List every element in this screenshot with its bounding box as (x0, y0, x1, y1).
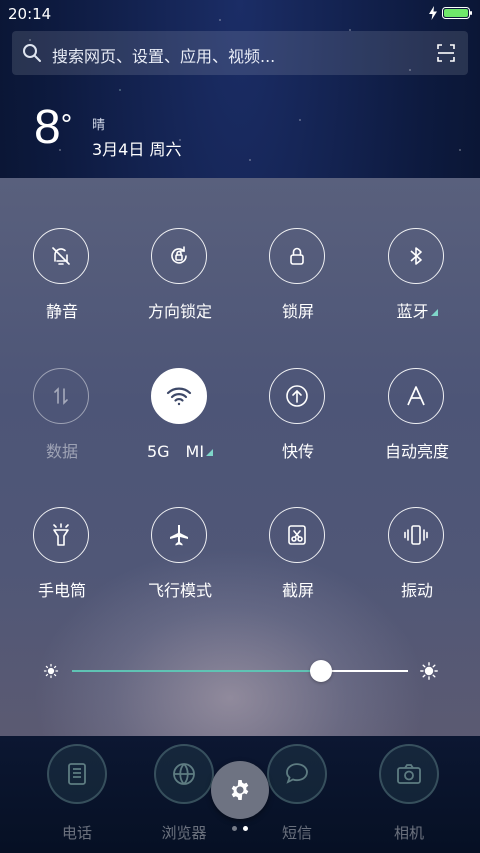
dock-app-camera[interactable]: 相机 (369, 736, 449, 846)
gear-icon (231, 780, 249, 800)
dock-label: 浏览器 (161, 824, 207, 842)
toggle-lock-screen[interactable]: 锁屏 (238, 228, 358, 338)
tile-label: 锁屏 (281, 302, 314, 321)
lock-screen-button[interactable] (269, 228, 325, 284)
dock-label: 电话 (61, 824, 92, 842)
phone-icon (68, 763, 86, 785)
browser-app-icon[interactable] (154, 744, 214, 804)
toggle-flashlight[interactable]: 手电筒 (2, 507, 122, 617)
toggle-auto-brightness[interactable]: 自动亮度 (357, 368, 477, 478)
wifi-toggle-button[interactable] (151, 368, 207, 424)
page-indicator-dot (232, 826, 237, 831)
messages-app-icon[interactable] (267, 744, 327, 804)
weather-date: 3月4日 周六 (92, 140, 182, 159)
tile-label: 5G MI (120, 438, 240, 462)
search-input[interactable]: 搜索网页、设置、应用、视频... (52, 43, 275, 67)
brightness-slider-fill (72, 670, 321, 672)
tile-label: 静音 (45, 302, 78, 321)
dock-app-phone[interactable]: 电话 (37, 736, 117, 846)
toggle-screenshot[interactable]: 截屏 (238, 507, 358, 617)
bluetooth-toggle-button[interactable] (388, 228, 444, 284)
globe-icon (173, 763, 195, 785)
mobile-data-icon (54, 387, 68, 405)
toggle-mobile-data[interactable]: 数据 (2, 368, 122, 478)
silent-toggle-button[interactable] (33, 228, 89, 284)
weather-condition: 晴 (92, 118, 106, 133)
settings-button[interactable] (211, 761, 269, 819)
flashlight-icon (53, 523, 69, 546)
screenshot-icon (288, 525, 306, 545)
rotation-lock-toggle-button[interactable] (151, 228, 207, 284)
brightness-slider-thumb[interactable] (309, 660, 332, 682)
bluetooth-icon (410, 247, 422, 265)
lock-icon (290, 247, 304, 265)
vibrate-toggle-button[interactable] (388, 507, 444, 563)
screenshot-button[interactable] (269, 507, 325, 563)
tile-label: 方向锁定 (147, 302, 212, 321)
dock-label: 相机 (393, 824, 424, 842)
toggle-rotation-lock[interactable]: 方向锁定 (120, 228, 240, 338)
quick-settings-panel: 静音 方向锁定 锁屏 蓝牙 数据 5G MI 快传 自动亮度 手电筒 飞行模式 … (0, 178, 480, 736)
auto-brightness-button[interactable] (388, 368, 444, 424)
toggle-airplane-mode[interactable]: 飞行模式 (120, 507, 240, 617)
charging-icon (429, 6, 437, 20)
status-time: 20:14 (8, 5, 52, 23)
toggle-bluetooth[interactable]: 蓝牙 (357, 228, 477, 338)
tile-label: 数据 (45, 442, 78, 461)
brightness-slider[interactable] (72, 670, 408, 672)
rotation-lock-icon (171, 246, 187, 264)
tile-label: 蓝牙 (357, 298, 477, 322)
battery-icon (442, 7, 472, 19)
tile-label: 自动亮度 (384, 442, 449, 461)
sun-small-icon (43, 663, 59, 679)
camera-icon (397, 764, 421, 784)
vibrate-icon (404, 525, 428, 545)
tile-label: 截屏 (281, 581, 314, 600)
dock-label: 短信 (281, 824, 312, 842)
quick-share-button[interactable] (269, 368, 325, 424)
tile-label: 振动 (400, 581, 433, 600)
page-indicator-dot-active (243, 826, 248, 831)
toggle-vibrate[interactable]: 振动 (357, 507, 477, 617)
wifi-icon (166, 387, 192, 406)
menu-indicator (206, 449, 214, 456)
search-bar[interactable]: 搜索网页、设置、应用、视频... (12, 31, 468, 75)
mobile-data-toggle-button[interactable] (33, 368, 89, 424)
tile-label: 手电筒 (37, 581, 86, 600)
bell-off-icon (52, 247, 70, 265)
toggle-quick-share[interactable]: 快传 (238, 368, 358, 478)
status-bar: 20:14 (0, 0, 480, 26)
toggle-wifi[interactable]: 5G MI (120, 368, 240, 478)
tile-label: 飞行模式 (147, 581, 212, 600)
temperature-unit: ° (60, 110, 73, 140)
toggle-silent[interactable]: 静音 (2, 228, 122, 338)
scan-icon[interactable] (436, 43, 456, 63)
search-icon (23, 44, 41, 62)
flashlight-toggle-button[interactable] (33, 507, 89, 563)
camera-app-icon[interactable] (379, 744, 439, 804)
phone-app-icon[interactable] (47, 744, 107, 804)
sun-large-icon (420, 662, 438, 680)
airplane-icon (170, 525, 188, 546)
tile-label: 快传 (281, 442, 314, 461)
dock-app-messages[interactable]: 短信 (257, 736, 337, 846)
temperature: 8 (34, 101, 61, 154)
message-icon (286, 763, 308, 784)
airplane-mode-toggle-button[interactable] (151, 507, 207, 563)
share-upload-icon (286, 385, 308, 407)
menu-indicator (430, 309, 438, 316)
auto-brightness-icon (407, 386, 425, 406)
